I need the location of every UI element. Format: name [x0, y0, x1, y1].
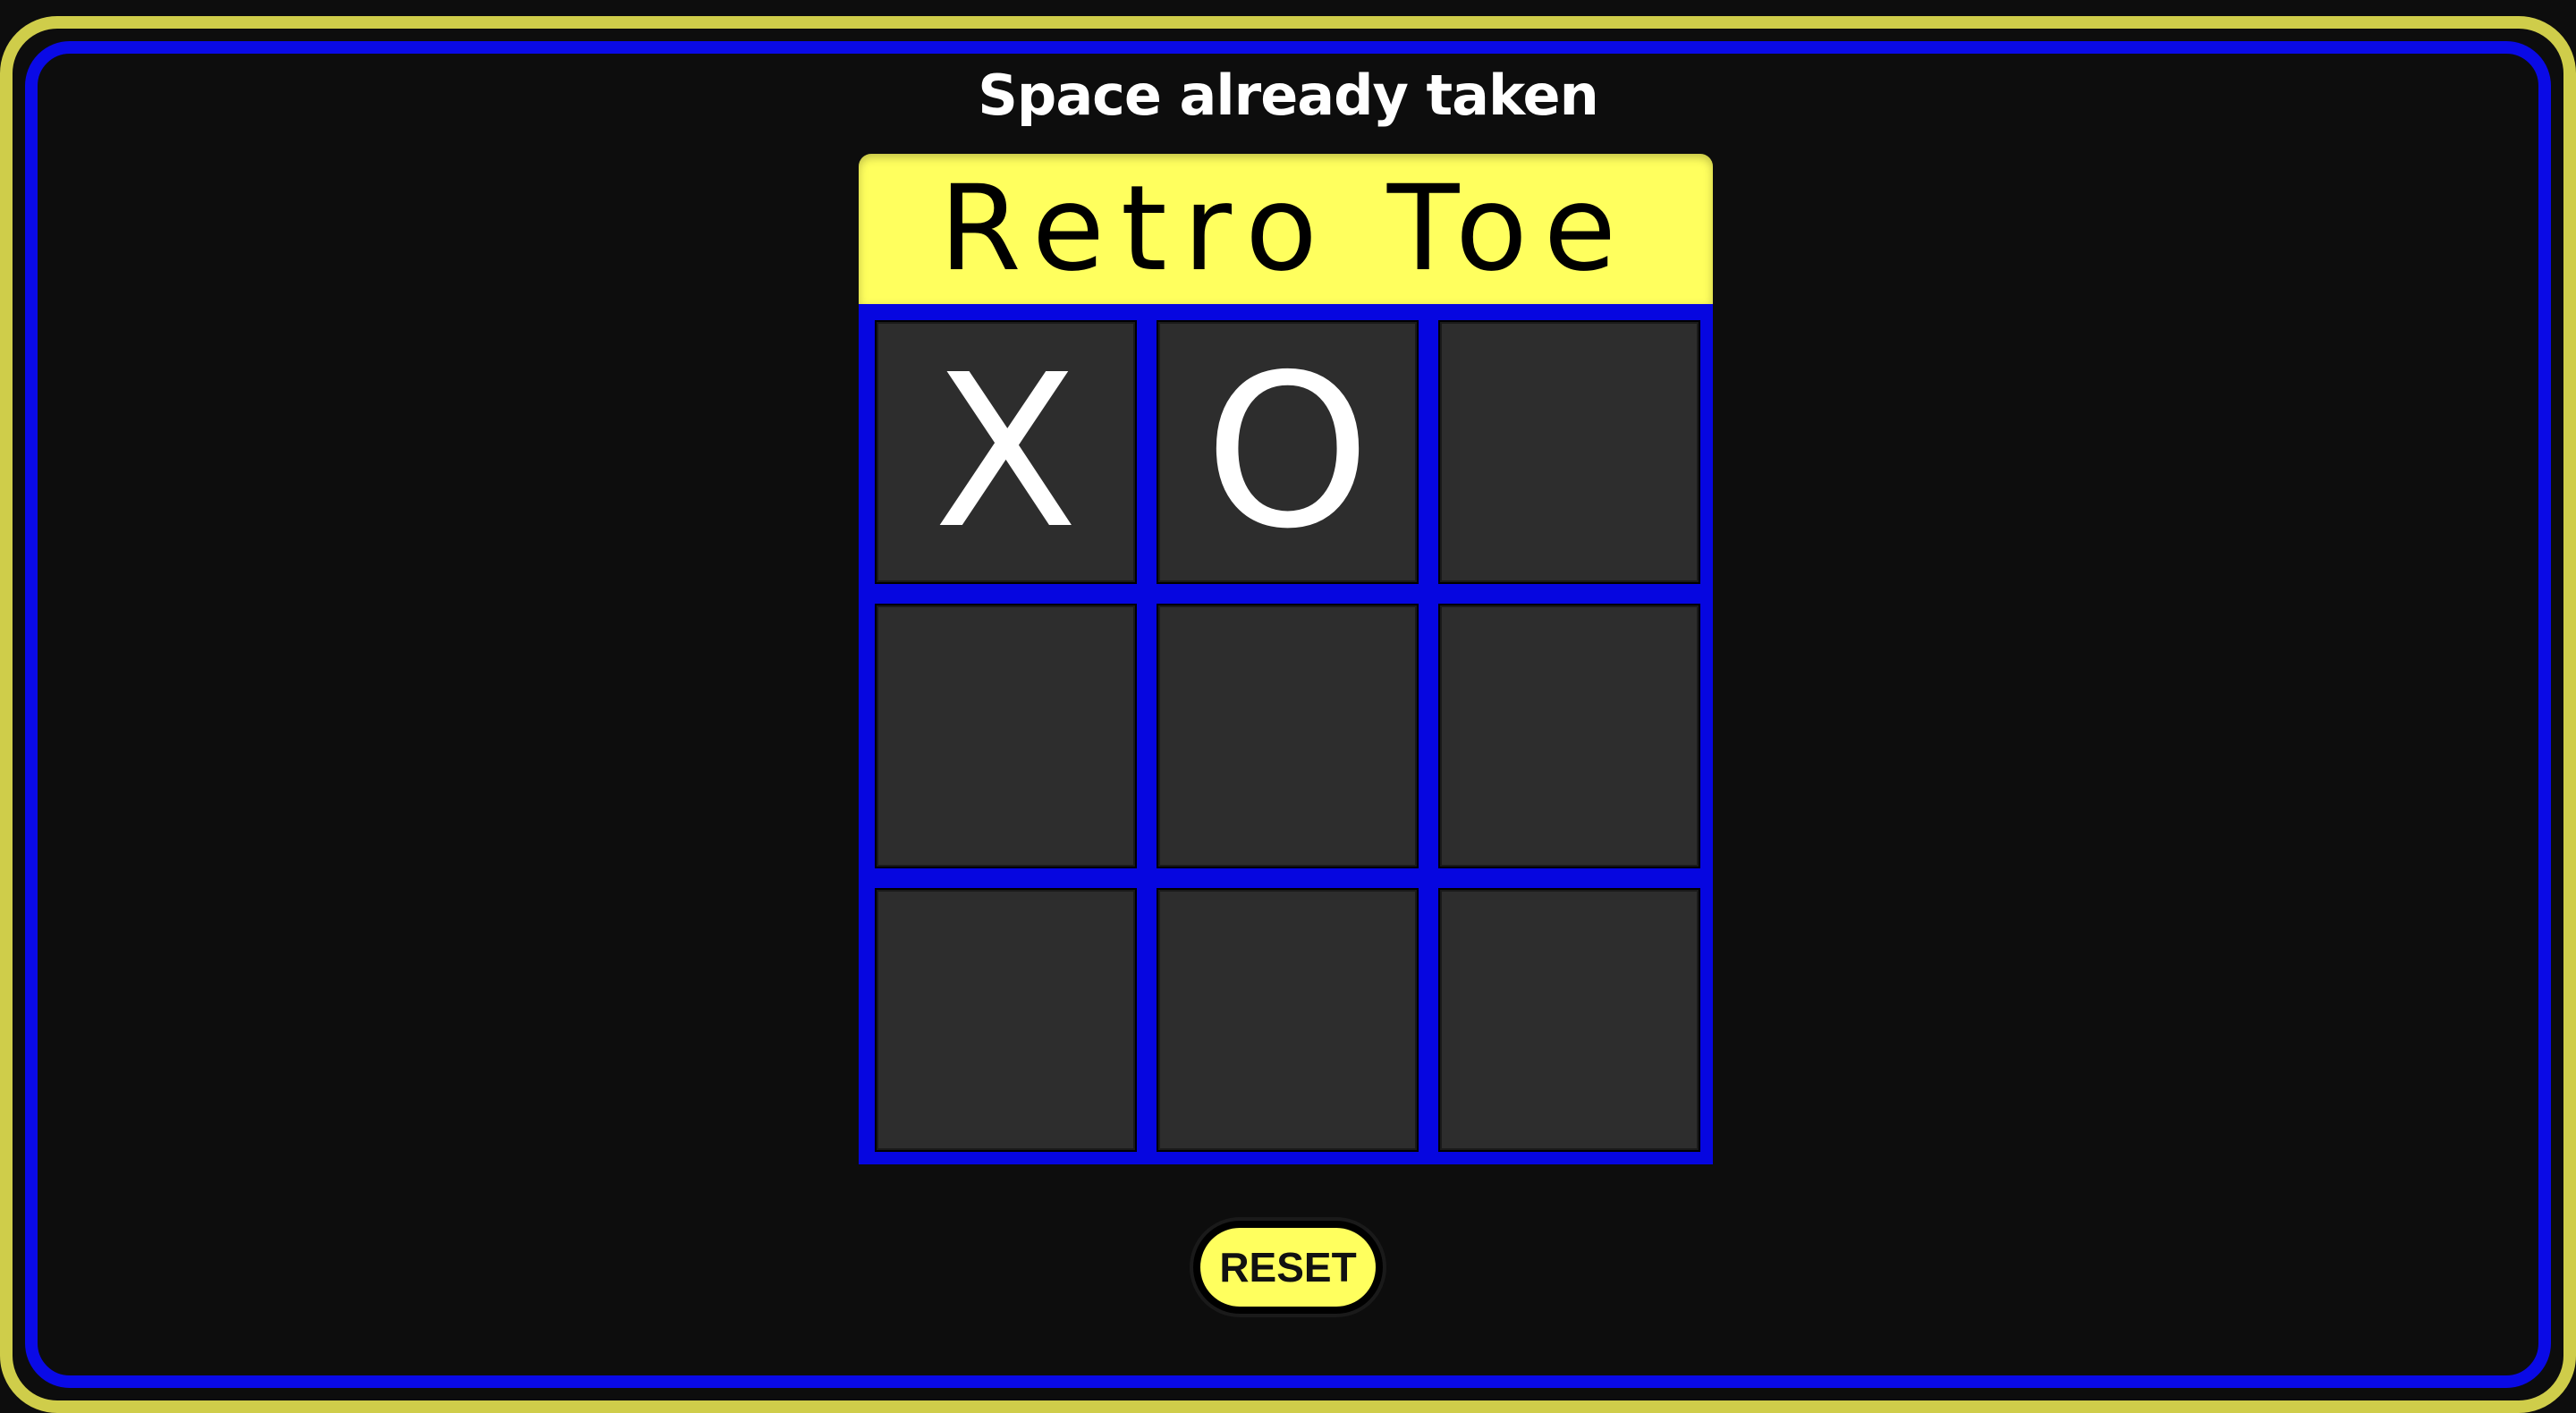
board-cell-0-1[interactable]: O [1157, 320, 1419, 585]
game-title: Retro Toe [938, 160, 1632, 298]
status-message: Space already taken [978, 63, 1598, 128]
board-cell-2-0[interactable] [875, 887, 1137, 1152]
board-cell-0-0[interactable]: X [875, 320, 1137, 585]
board-cell-1-1[interactable] [1157, 604, 1419, 868]
game-board: X O [859, 304, 1713, 1164]
board-cell-1-2[interactable] [1438, 604, 1700, 868]
reset-button[interactable]: RESET [1193, 1221, 1383, 1314]
game-title-bar: Retro Toe [859, 154, 1713, 304]
board-cell-1-0[interactable] [875, 604, 1137, 868]
board-cell-0-2[interactable] [1438, 320, 1700, 585]
board-cell-2-1[interactable] [1157, 887, 1419, 1152]
board-cell-2-2[interactable] [1438, 887, 1700, 1152]
